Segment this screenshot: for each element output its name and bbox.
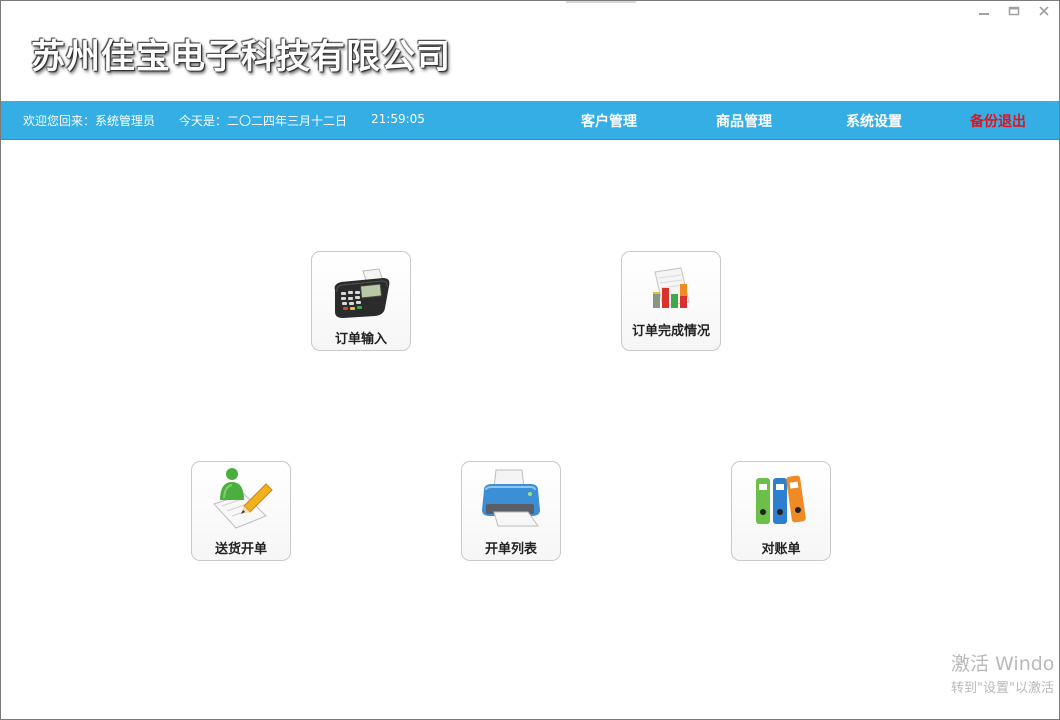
window-controls	[969, 1, 1059, 21]
restore-icon	[1008, 6, 1020, 16]
nav-backup-exit[interactable]: 备份退出	[970, 111, 1026, 131]
tile-delivery-order[interactable]: 送货开单	[191, 461, 291, 561]
printer-icon	[482, 469, 540, 527]
tile-label: 订单完成情况	[631, 324, 710, 339]
nav-customer-management[interactable]: 客户管理	[581, 111, 637, 131]
activation-watermark-subtitle: 转到"设置"以激活	[951, 681, 1054, 696]
minimize-icon	[979, 13, 989, 15]
activation-watermark-title: 激活 Windo	[951, 653, 1055, 675]
nav-product-management[interactable]: 商品管理	[716, 111, 772, 131]
clock-text: 21:59:05	[371, 112, 425, 126]
tile-order-input[interactable]: 订单输入	[311, 251, 411, 351]
tile-order-list[interactable]: 开单列表	[461, 461, 561, 561]
tile-label: 订单输入	[334, 332, 387, 347]
app-window: 苏州佳宝电子科技有限公司 欢迎您回来：系统管理员 今天是：二〇二四年三月十二日 …	[0, 0, 1060, 720]
close-button[interactable]	[1029, 1, 1059, 21]
minimize-button[interactable]	[969, 1, 999, 21]
top-navbar: 欢迎您回来：系统管理员 今天是：二〇二四年三月十二日 21:59:05 客户管理…	[1, 101, 1059, 140]
restore-button[interactable]	[999, 1, 1029, 21]
bar-chart-report-icon	[653, 267, 690, 308]
tile-label: 对账单	[761, 542, 801, 557]
binders-icon	[756, 475, 806, 524]
tile-order-completion[interactable]: 订单完成情况	[621, 251, 721, 351]
company-title: 苏州佳宝电子科技有限公司	[31, 37, 451, 77]
welcome-text: 欢迎您回来：系统管理员	[23, 114, 156, 128]
user-pencil-document-icon	[213, 468, 273, 529]
tile-label: 开单列表	[484, 542, 537, 557]
nav-system-settings[interactable]: 系统设置	[846, 111, 902, 131]
tile-label: 送货开单	[214, 542, 267, 557]
drag-handle[interactable]	[566, 1, 636, 3]
pos-terminal-icon	[334, 268, 390, 318]
date-text: 今天是：二〇二四年三月十二日	[179, 114, 348, 128]
close-icon	[1039, 6, 1049, 16]
title-area: 苏州佳宝电子科技有限公司	[1, 1, 1059, 101]
tile-statement[interactable]: 对账单	[731, 461, 831, 561]
